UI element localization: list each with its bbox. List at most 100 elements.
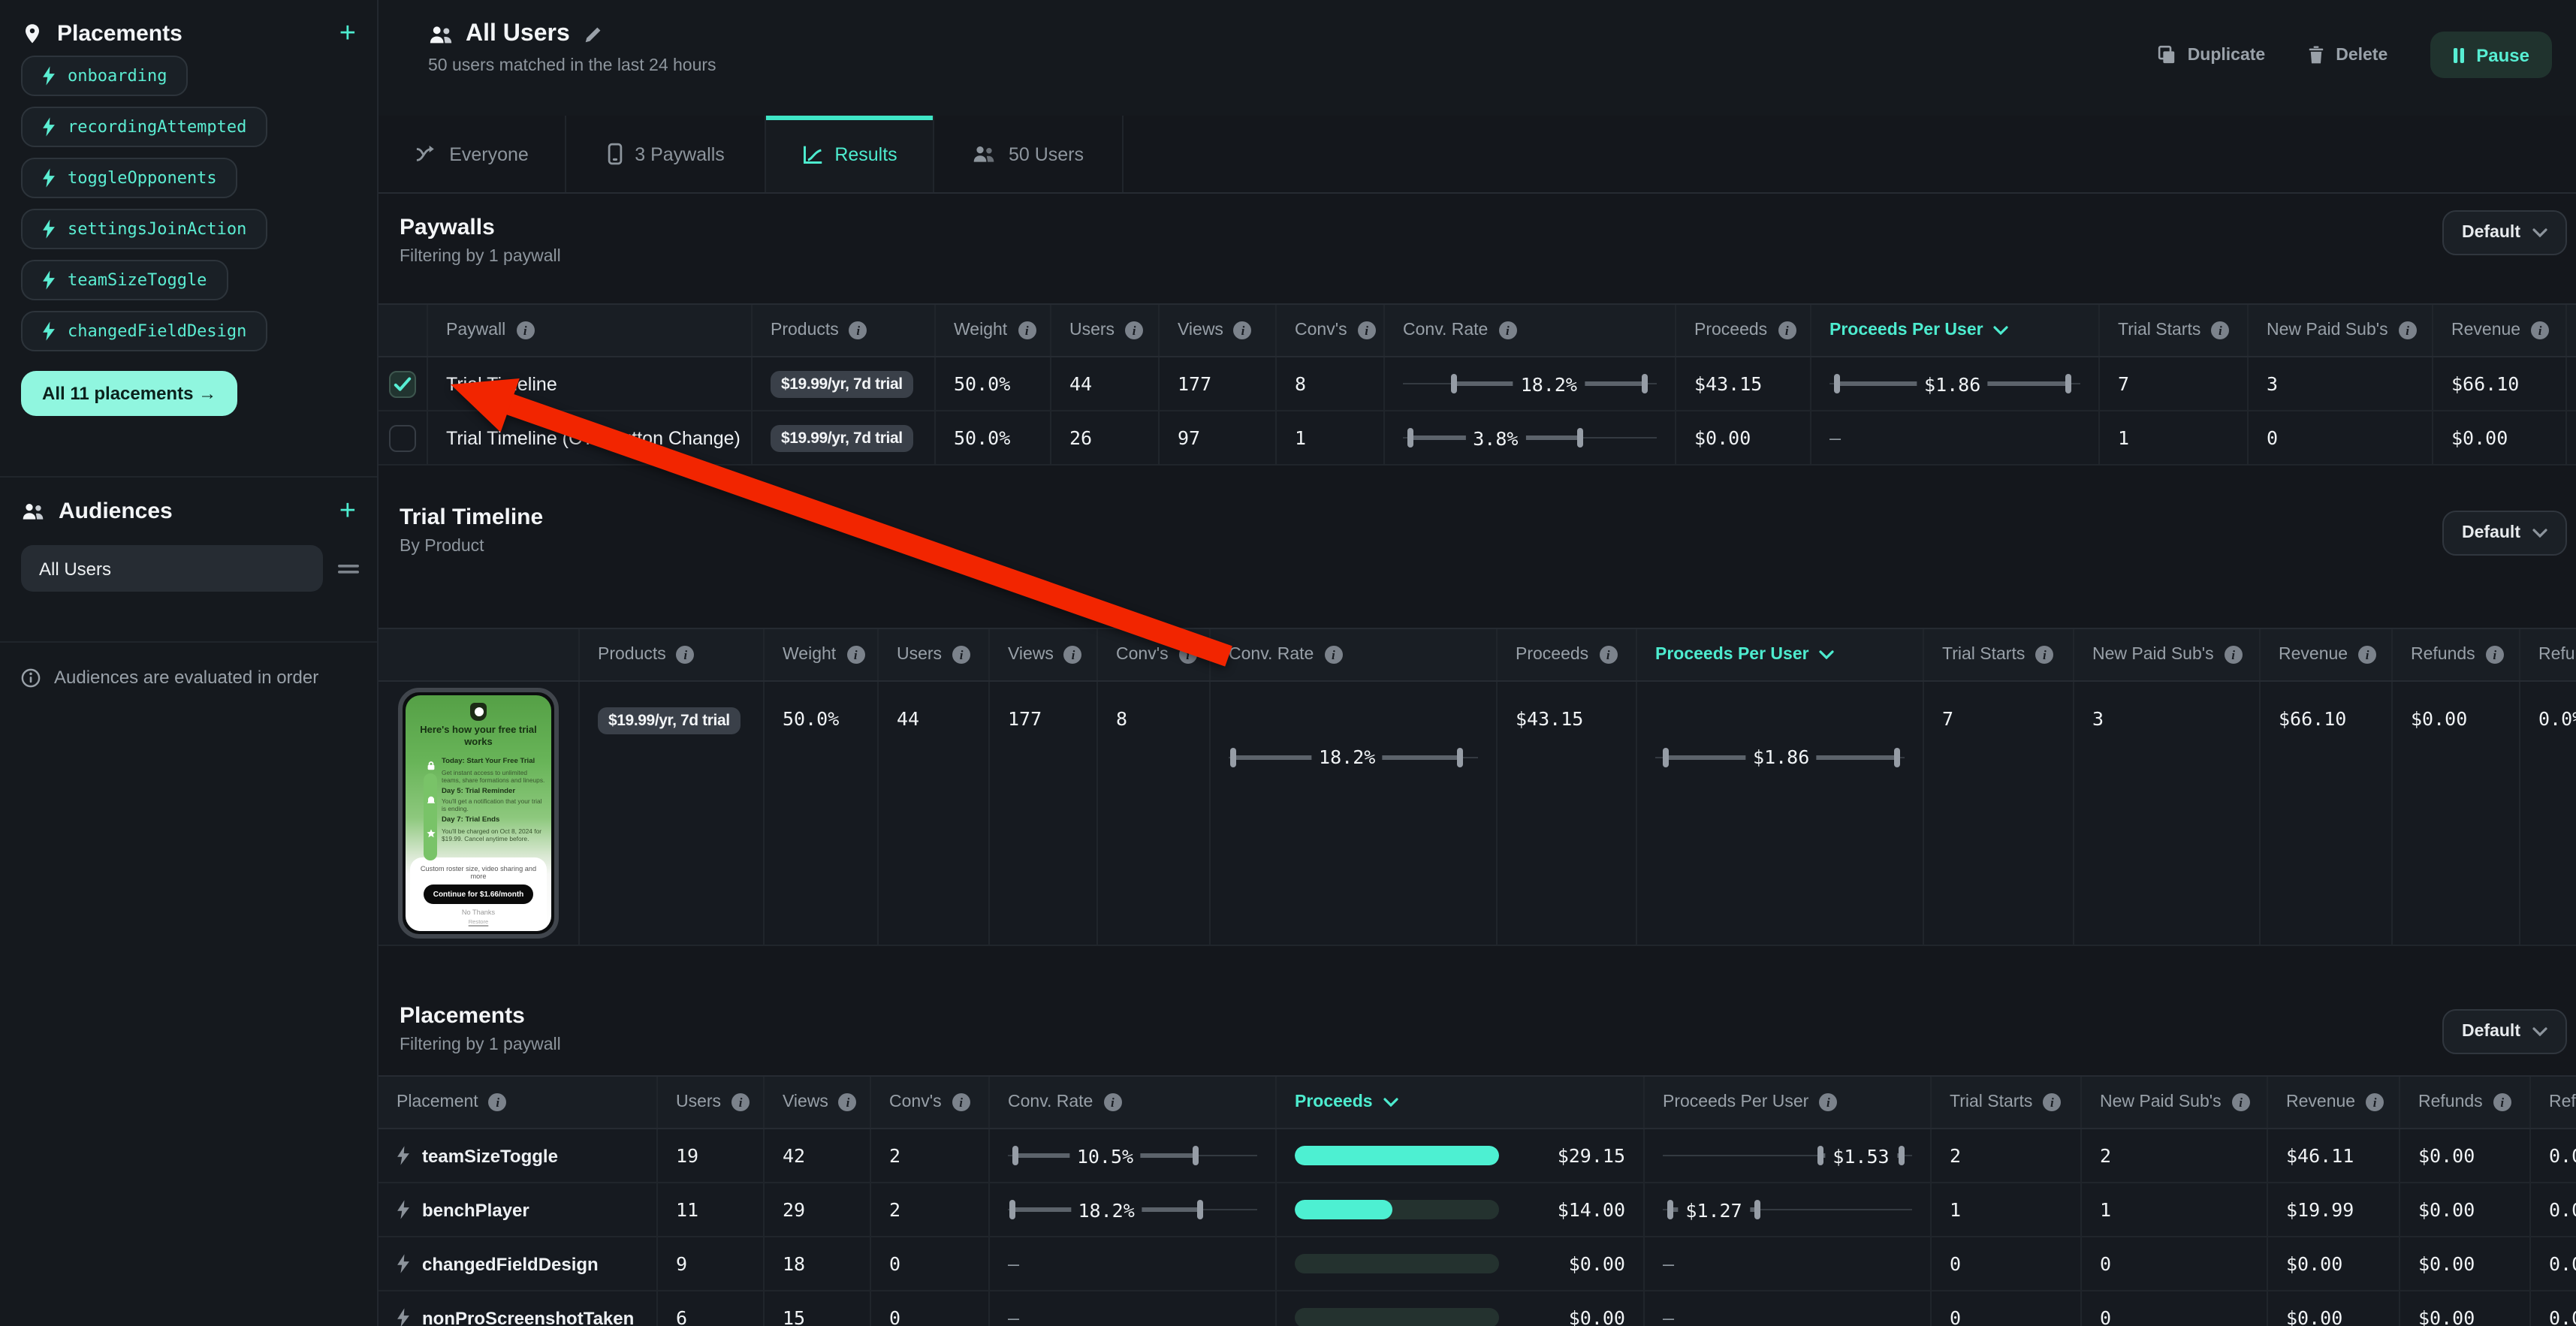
drag-handle-icon[interactable] [338, 562, 359, 574]
column-header-users[interactable]: Usersi [879, 629, 990, 680]
info-icon[interactable]: i [731, 1093, 750, 1111]
info-icon[interactable]: i [677, 646, 695, 664]
info-icon[interactable]: i [952, 646, 970, 664]
column-header-conv-rate[interactable]: Conv. Ratei [1211, 629, 1498, 680]
column-header-weight[interactable]: Weighti [936, 305, 1051, 356]
tab-everyone[interactable]: Everyone [379, 116, 566, 192]
column-header-conv-s[interactable]: Conv'si [1098, 629, 1211, 680]
column-header-proceeds-per-user[interactable]: Proceeds Per Useri [1645, 1077, 1932, 1128]
tab-results[interactable]: Results [766, 116, 934, 192]
column-header-refund-rate[interactable]: Refund Ratei [2520, 629, 2576, 680]
info-icon[interactable]: i [2493, 1093, 2511, 1111]
info-icon[interactable]: i [1498, 321, 1516, 339]
info-icon[interactable]: i [1324, 646, 1342, 664]
info-icon[interactable]: i [489, 1093, 507, 1111]
range-handle[interactable] [2065, 374, 2071, 393]
table-row[interactable]: $19.99/yr, 7d trial50.0%44177818.2%$43.1… [379, 682, 2576, 946]
range-handle[interactable] [1012, 1146, 1018, 1165]
range-handle[interactable] [1899, 1146, 1905, 1165]
range-handle[interactable] [1407, 428, 1413, 448]
range-handle[interactable] [1010, 1200, 1016, 1219]
range-handle[interactable] [1458, 747, 1464, 767]
info-icon[interactable]: i [2211, 321, 2229, 339]
paywalls-default-dropdown[interactable]: Default [2442, 210, 2567, 255]
range-handle[interactable] [1641, 374, 1647, 393]
range-handle[interactable] [1578, 428, 1584, 448]
table-row[interactable]: benchPlayer1129218.2%$14.00$1.2711$19.99… [379, 1183, 2576, 1237]
info-icon[interactable]: i [952, 1093, 970, 1111]
range-handle[interactable] [1192, 1146, 1198, 1165]
column-header-weight[interactable]: Weighti [765, 629, 879, 680]
paywall-preview-thumbnail[interactable]: Here's how your free trial works Today: … [398, 688, 559, 939]
column-header-trial-starts[interactable]: Trial Startsi [1932, 1077, 2082, 1128]
column-header-proceeds-per-user[interactable]: Proceeds Per User [1637, 629, 1924, 680]
row-checkbox[interactable] [389, 370, 416, 397]
column-header-views[interactable]: Viewsi [1160, 305, 1277, 356]
all-placements-button[interactable]: All 11 placements → [21, 371, 237, 416]
column-header-proceeds[interactable]: Proceeds [1277, 1077, 1645, 1128]
edit-pencil-icon[interactable] [585, 26, 603, 44]
info-icon[interactable]: i [2531, 321, 2549, 339]
info-icon[interactable]: i [1778, 321, 1796, 339]
range-handle[interactable] [1817, 1146, 1823, 1165]
range-handle[interactable] [1834, 374, 1840, 393]
column-header-trial-starts[interactable]: Trial Startsi [1924, 629, 2074, 680]
column-header-refunds[interactable]: Refundsi [2393, 629, 2520, 680]
column-header-products[interactable]: Productsi [580, 629, 765, 680]
column-header-users[interactable]: Usersi [658, 1077, 765, 1128]
info-icon[interactable]: i [2232, 1093, 2250, 1111]
info-icon[interactable]: i [2486, 646, 2504, 664]
delete-button[interactable]: Delete [2307, 45, 2387, 65]
info-icon[interactable]: i [1064, 646, 1082, 664]
preview-restore-link[interactable]: Restore [415, 919, 542, 925]
info-icon[interactable]: i [839, 1093, 857, 1111]
column-header-proceeds[interactable]: Proceedsi [1498, 629, 1637, 680]
column-header-placement[interactable]: Placementi [379, 1077, 658, 1128]
range-handle[interactable] [1754, 1200, 1760, 1219]
info-icon[interactable]: i [2035, 646, 2053, 664]
info-icon[interactable]: i [2043, 1093, 2061, 1111]
placement-tag-onboarding[interactable]: onboarding [21, 56, 188, 96]
column-header-new-paid-sub-s[interactable]: New Paid Sub'si [2082, 1077, 2268, 1128]
tab-50-users[interactable]: 50 Users [934, 116, 1124, 192]
column-header-revenue[interactable]: Revenuei [2433, 305, 2567, 356]
placement-tag-teamSizeToggle[interactable]: teamSizeToggle [21, 260, 228, 300]
column-header-users[interactable]: Usersi [1051, 305, 1160, 356]
column-header-views[interactable]: Viewsi [990, 629, 1098, 680]
info-icon[interactable]: i [1234, 321, 1252, 339]
trial-timeline-default-dropdown[interactable]: Default [2442, 511, 2567, 556]
range-handle[interactable] [1231, 747, 1237, 767]
column-header-proceeds-per-user[interactable]: Proceeds Per User [1811, 305, 2100, 356]
table-row[interactable]: Trial Timeline (CTA Button Change)$19.99… [379, 411, 2576, 466]
column-header-conv-rate[interactable]: Conv. Ratei [1385, 305, 1676, 356]
info-icon[interactable]: i [2399, 321, 2417, 339]
info-icon[interactable]: i [1103, 1093, 1121, 1111]
column-header-conv-s[interactable]: Conv'si [1277, 305, 1385, 356]
info-icon[interactable]: i [849, 321, 867, 339]
column-header-proceeds[interactable]: Proceedsi [1676, 305, 1811, 356]
preview-cta-button[interactable]: Continue for $1.66/month [424, 885, 533, 904]
table-row[interactable]: nonProScreenshotTaken6150–$0.00–00$0.00$… [379, 1291, 2576, 1326]
placement-tag-recordingAttempted[interactable]: recordingAttempted [21, 107, 267, 147]
row-checkbox[interactable] [389, 424, 416, 451]
table-row[interactable]: changedFieldDesign9180–$0.00–00$0.00$0.0… [379, 1237, 2576, 1291]
placement-tag-changedFieldDesign[interactable]: changedFieldDesign [21, 311, 267, 351]
info-icon[interactable]: i [1599, 646, 1617, 664]
column-header-new-paid-sub-s[interactable]: New Paid Sub'si [2249, 305, 2433, 356]
add-audience-button[interactable]: + [339, 499, 356, 523]
column-header-paywall[interactable]: Paywalli [428, 305, 753, 356]
placement-tag-toggleOpponents[interactable]: toggleOpponents [21, 158, 238, 198]
duplicate-button[interactable]: Duplicate [2158, 45, 2266, 65]
range-handle[interactable] [1451, 374, 1457, 393]
column-header-trial-starts[interactable]: Trial Startsi [2100, 305, 2249, 356]
audience-item-all-users[interactable]: All Users [21, 545, 323, 592]
range-handle[interactable] [1667, 1200, 1673, 1219]
column-header-revenue[interactable]: Revenuei [2268, 1077, 2400, 1128]
column-header-views[interactable]: Viewsi [765, 1077, 871, 1128]
add-placement-button[interactable]: + [339, 22, 356, 46]
table-row[interactable]: Trial Timeline$19.99/yr, 7d trial50.0%44… [379, 357, 2576, 411]
info-icon[interactable]: i [516, 321, 534, 339]
placements-default-dropdown[interactable]: Default [2442, 1009, 2567, 1054]
info-icon[interactable]: i [1358, 321, 1376, 339]
info-icon[interactable]: i [1819, 1093, 1837, 1111]
